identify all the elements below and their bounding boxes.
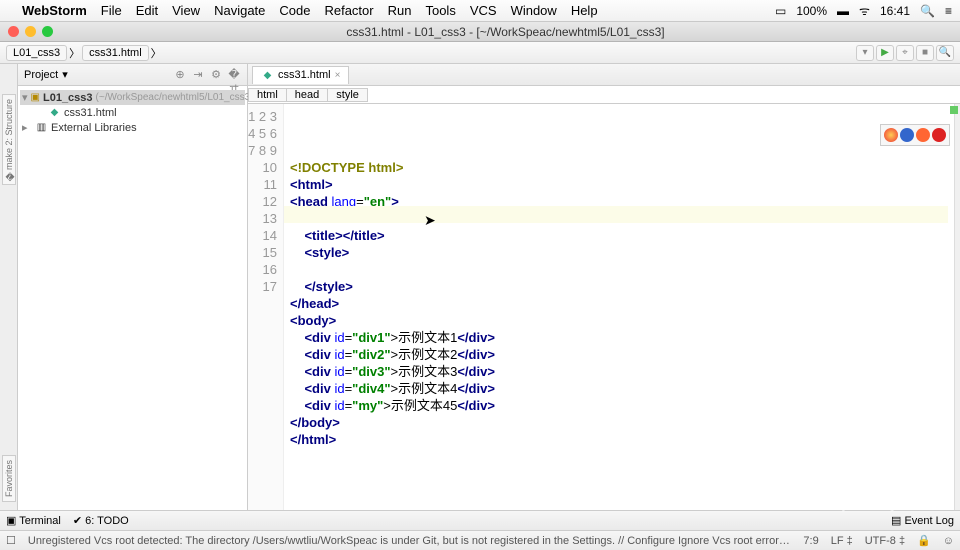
event-log-tab[interactable]: ▤ Event Log: [891, 514, 954, 527]
battery-icon: ▬: [837, 4, 849, 18]
search-everywhere-button[interactable]: 🔍: [936, 45, 954, 61]
line-separator[interactable]: LF ‡: [831, 535, 853, 547]
tree-root-path: (~/WorkSpeac/newhtml5/L01_css3): [96, 92, 254, 103]
favorites-tool-tab[interactable]: Favorites: [2, 455, 16, 502]
project-tree[interactable]: ▾ ▣ L01_css3 (~/WorkSpeac/newhtml5/L01_c…: [18, 86, 247, 139]
debug-button[interactable]: ⌖: [896, 45, 914, 61]
left-gutter: �make 2: Structure Favorites: [0, 64, 18, 510]
insert-lock-icon[interactable]: 🔒: [917, 534, 931, 547]
menu-help[interactable]: Help: [571, 3, 598, 18]
project-panel: Project ▾ ⊕ ⇥ ⚙ �ヰ ▾ ▣ L01_css3 (~/WorkS…: [18, 64, 248, 510]
menu-view[interactable]: View: [172, 3, 200, 18]
encoding[interactable]: UTF-8 ‡: [865, 535, 905, 547]
todo-tab[interactable]: ✔ 6: TODO: [73, 514, 129, 527]
mac-menubar: WebStorm File Edit View Navigate Code Re…: [0, 0, 960, 22]
collapse-icon[interactable]: ⇥: [191, 68, 205, 82]
bp-head[interactable]: head: [287, 88, 328, 102]
spotlight-icon[interactable]: 🔍: [920, 4, 935, 18]
menu-run[interactable]: Run: [388, 3, 412, 18]
clock: 16:41: [880, 4, 910, 18]
window-title: css31.html - L01_css3 - [~/WorkSpeac/new…: [59, 25, 952, 39]
window-minimize-button[interactable]: [25, 26, 36, 37]
status-icon[interactable]: ☐: [6, 534, 16, 547]
editor-tab[interactable]: ◆ css31.html ×: [252, 66, 349, 84]
tree-external-label: External Libraries: [51, 122, 137, 134]
project-panel-header: Project ▾ ⊕ ⇥ ⚙ �ヰ: [18, 64, 247, 86]
menu-edit[interactable]: Edit: [136, 3, 158, 18]
terminal-tab[interactable]: ▣ Terminal: [6, 514, 61, 527]
source-text[interactable]: ➤ <!DOCTYPE html> <html> <head lang="en"…: [284, 104, 954, 510]
status-bar: ☐ Unregistered Vcs root detected: The di…: [0, 530, 960, 550]
window-zoom-button[interactable]: [42, 26, 53, 37]
mouse-cursor: ➤: [424, 212, 436, 229]
nav-breadcrumb: L01_css3 〉 css31.html 〉 ▾ ▶ ⌖ ■ 🔍: [0, 42, 960, 64]
chevron-down-icon[interactable]: ▾: [22, 91, 28, 104]
chevron-right-icon: 〉: [69, 45, 80, 61]
structure-tool-tab[interactable]: �make 2: Structure: [2, 94, 16, 185]
wifi-icon[interactable]: ᯤ: [859, 2, 870, 19]
menu-vcs[interactable]: VCS: [470, 3, 497, 18]
tree-file-label: css31.html: [64, 107, 117, 119]
gear-icon[interactable]: ⚙: [209, 68, 223, 82]
window-titlebar: css31.html - L01_css3 - [~/WorkSpeac/new…: [0, 22, 960, 42]
battery-text: 100%: [796, 4, 827, 18]
html-file-icon: ◆: [48, 106, 61, 119]
menu-app[interactable]: WebStorm: [22, 3, 87, 18]
tree-root[interactable]: ▾ ▣ L01_css3 (~/WorkSpeac/newhtml5/L01_c…: [20, 90, 245, 105]
menu-file[interactable]: File: [101, 3, 122, 18]
editor-breadcrumb[interactable]: html head style: [248, 86, 960, 104]
project-view-label[interactable]: Project: [24, 69, 58, 81]
scroll-to-icon[interactable]: ⊕: [173, 68, 187, 82]
tree-external[interactable]: ▸ ▥ External Libraries: [20, 120, 245, 135]
crumb-project[interactable]: L01_css3: [6, 45, 67, 61]
tree-root-label: L01_css3: [43, 92, 93, 104]
status-message[interactable]: Unregistered Vcs root detected: The dire…: [28, 535, 792, 547]
stop-button[interactable]: ■: [916, 45, 934, 61]
editor-tabs: ◆ css31.html ×: [248, 64, 960, 86]
menu-tools[interactable]: Tools: [425, 3, 455, 18]
html-file-icon: ◆: [261, 69, 274, 82]
menu-window[interactable]: Window: [511, 3, 557, 18]
menu-navigate[interactable]: Navigate: [214, 3, 265, 18]
bp-html[interactable]: html: [248, 88, 287, 102]
menu-refactor[interactable]: Refactor: [324, 3, 373, 18]
run-button[interactable]: ▶: [876, 45, 894, 61]
close-icon[interactable]: ×: [335, 70, 341, 81]
watermark: 极客学院 jikexueyuan.com: [834, 458, 954, 512]
run-config-dropdown[interactable]: ▾: [856, 45, 874, 61]
crumb-file[interactable]: css31.html: [82, 45, 149, 61]
chevron-down-icon[interactable]: ▾: [62, 68, 68, 81]
editor-area: ◆ css31.html × html head style 1 2 3 4 5…: [248, 64, 960, 510]
right-gutter: [954, 104, 960, 510]
menu-code[interactable]: Code: [279, 3, 310, 18]
bp-style[interactable]: style: [328, 88, 368, 102]
screen-icon[interactable]: ▭: [775, 4, 786, 18]
chevron-right-icon: 〉: [151, 45, 162, 61]
editor-tab-label: css31.html: [278, 69, 331, 81]
window-close-button[interactable]: [8, 26, 19, 37]
notifications-icon[interactable]: ≡: [945, 4, 952, 18]
tree-file[interactable]: ◆ css31.html: [20, 105, 245, 120]
library-icon: ▥: [35, 121, 48, 134]
caret-position[interactable]: 7:9: [803, 535, 818, 547]
folder-icon: ▣: [31, 91, 40, 104]
bottom-toolbar: ▣ Terminal ✔ 6: TODO ▤ Event Log: [0, 510, 960, 530]
code-editor[interactable]: 1 2 3 4 5 6 7 8 9 10 11 12 13 14 15 16 1…: [248, 104, 960, 510]
hide-icon[interactable]: �ヰ: [227, 68, 241, 82]
chevron-right-icon[interactable]: ▸: [22, 121, 32, 134]
line-numbers: 1 2 3 4 5 6 7 8 9 10 11 12 13 14 15 16 1…: [248, 104, 284, 510]
hector-icon[interactable]: ☺: [943, 535, 954, 547]
